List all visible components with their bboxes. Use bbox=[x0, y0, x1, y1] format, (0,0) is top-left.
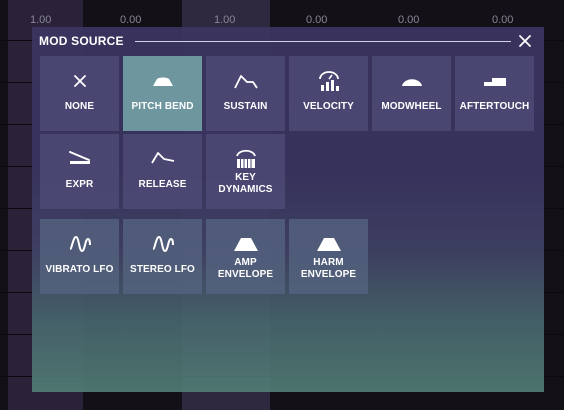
background-value: 0.00 bbox=[306, 14, 328, 26]
source-label: EXPR bbox=[65, 179, 94, 190]
source-label: PITCH BEND bbox=[131, 101, 194, 112]
header-divider bbox=[135, 41, 511, 42]
release-icon bbox=[123, 146, 202, 170]
lfo-wave-icon bbox=[40, 232, 119, 256]
source-label: VELOCITY bbox=[303, 101, 354, 112]
source-none[interactable]: NONE bbox=[40, 56, 119, 131]
modwheel-icon bbox=[372, 69, 451, 93]
envelope-icon bbox=[206, 232, 285, 256]
key-dynamics-icon bbox=[206, 146, 285, 170]
source-pitch-bend[interactable]: PITCH BEND bbox=[123, 56, 202, 131]
source-label: AMP ENVELOPE bbox=[217, 257, 274, 280]
close-icon bbox=[519, 35, 531, 47]
source-label: VIBRATO LFO bbox=[45, 264, 114, 275]
source-label: AFTERTOUCH bbox=[459, 101, 530, 112]
aftertouch-icon bbox=[455, 69, 534, 93]
mod-source-dialog: MOD SOURCE NONE PITCH BEND SUSTAIN VELOC… bbox=[32, 27, 544, 392]
background-value: 1.00 bbox=[30, 14, 52, 26]
background-value: 0.00 bbox=[492, 14, 514, 26]
background-value: 0.00 bbox=[398, 14, 420, 26]
source-stereo-lfo[interactable]: STEREO LFO bbox=[123, 219, 202, 294]
source-expr[interactable]: EXPR bbox=[40, 134, 119, 209]
expr-icon bbox=[40, 146, 119, 170]
velocity-icon bbox=[289, 69, 368, 93]
source-velocity[interactable]: VELOCITY bbox=[289, 56, 368, 131]
lfo-wave-icon bbox=[123, 232, 202, 256]
source-key-dynamics[interactable]: KEY DYNAMICS bbox=[206, 134, 285, 209]
source-vibrato-lfo[interactable]: VIBRATO LFO bbox=[40, 219, 119, 294]
source-label: SUSTAIN bbox=[223, 101, 268, 112]
source-sustain[interactable]: SUSTAIN bbox=[206, 56, 285, 131]
source-release[interactable]: RELEASE bbox=[123, 134, 202, 209]
source-label: HARM ENVELOPE bbox=[300, 257, 357, 280]
source-modwheel[interactable]: MODWHEEL bbox=[372, 56, 451, 131]
sustain-icon bbox=[206, 69, 285, 93]
background-value: 0.00 bbox=[120, 14, 142, 26]
source-label: RELEASE bbox=[138, 179, 187, 190]
background-value: 1.00 bbox=[214, 14, 236, 26]
source-label: STEREO LFO bbox=[130, 264, 195, 275]
envelope-icon bbox=[289, 232, 368, 256]
close-button[interactable] bbox=[516, 32, 534, 50]
source-aftertouch[interactable]: AFTERTOUCH bbox=[455, 56, 534, 131]
source-label: KEY DYNAMICS bbox=[218, 172, 273, 195]
x-icon bbox=[40, 69, 119, 93]
source-amp-envelope[interactable]: AMP ENVELOPE bbox=[206, 219, 285, 294]
source-harm-envelope[interactable]: HARM ENVELOPE bbox=[289, 219, 368, 294]
source-label: MODWHEEL bbox=[381, 101, 442, 112]
dialog-title: MOD SOURCE bbox=[39, 34, 124, 48]
pitch-bend-icon bbox=[123, 69, 202, 93]
dialog-header: MOD SOURCE bbox=[32, 27, 544, 55]
source-label: NONE bbox=[64, 101, 95, 112]
